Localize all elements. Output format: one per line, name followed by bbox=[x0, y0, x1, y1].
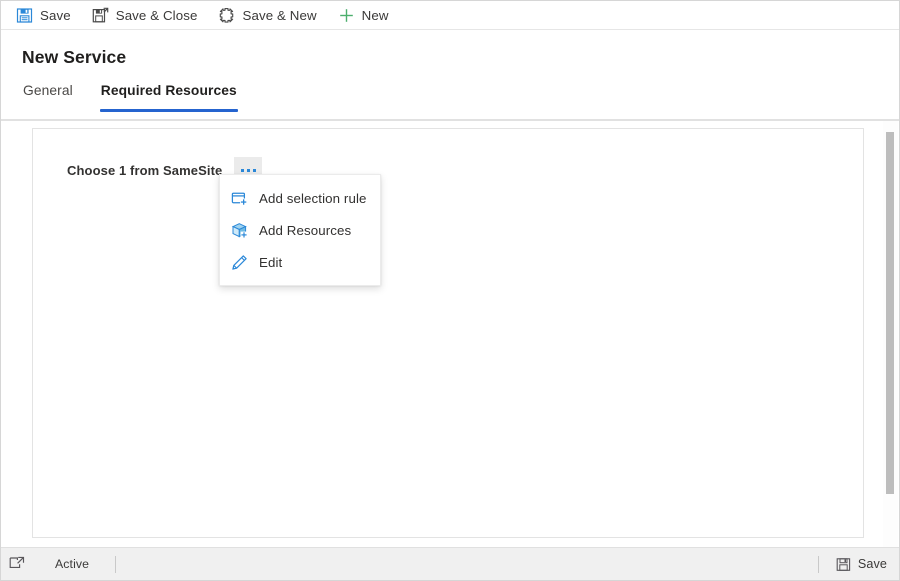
page-title: New Service bbox=[22, 47, 127, 67]
save-icon bbox=[16, 7, 33, 24]
ellipsis-dot bbox=[252, 168, 256, 172]
tab-general[interactable]: General bbox=[22, 82, 74, 112]
save-and-new-button[interactable]: Save & New bbox=[216, 2, 325, 30]
form-header: New Service General Required Resources bbox=[1, 31, 899, 119]
add-resources-icon bbox=[231, 222, 248, 239]
status-badge: Active bbox=[55, 557, 90, 571]
tab-required-resources[interactable]: Required Resources bbox=[99, 82, 238, 112]
command-bar: Save Save & Close Save & New New bbox=[1, 1, 899, 30]
scrollbar-thumb[interactable] bbox=[886, 132, 894, 494]
menu-item-edit-label: Edit bbox=[259, 254, 283, 270]
save-and-close-button-label: Save & Close bbox=[115, 8, 198, 23]
save-button-label: Save bbox=[40, 8, 71, 23]
required-resources-panel: Choose 1 from SameSite bbox=[32, 128, 864, 538]
menu-item-add-resources[interactable]: Add Resources bbox=[220, 214, 380, 246]
command-bar-divider bbox=[1, 29, 899, 30]
add-selection-rule-icon bbox=[231, 190, 248, 207]
tab-strip: General Required Resources bbox=[22, 82, 264, 112]
tab-general-label: General bbox=[23, 83, 73, 98]
save-and-close-button[interactable]: Save & Close bbox=[90, 2, 207, 30]
ellipsis-dot bbox=[240, 168, 244, 172]
pencil-icon bbox=[231, 254, 248, 271]
status-bar-left: Active bbox=[1, 548, 117, 581]
tab-required-resources-underline bbox=[99, 109, 238, 112]
plus-icon bbox=[338, 7, 355, 24]
save-and-new-button-label: Save & New bbox=[242, 8, 317, 23]
service-form-window: Save Save & Close Save & New New New Ser… bbox=[0, 0, 900, 581]
save-button[interactable]: Save bbox=[14, 2, 80, 30]
popout-icon[interactable] bbox=[9, 556, 25, 572]
more-options-menu: Add selection rule Add Resources Edit bbox=[219, 174, 381, 286]
tab-required-resources-label: Required Resources bbox=[100, 83, 237, 98]
status-bar-right: Save bbox=[817, 548, 899, 581]
footer-save-button[interactable]: Save bbox=[836, 557, 887, 572]
menu-item-edit[interactable]: Edit bbox=[220, 246, 380, 278]
save-and-new-icon bbox=[218, 7, 235, 24]
selection-rule-label: Choose 1 from SameSite bbox=[67, 162, 223, 178]
new-button[interactable]: New bbox=[336, 2, 398, 30]
footer-save-label: Save bbox=[857, 557, 887, 571]
tab-general-underline bbox=[22, 109, 74, 112]
new-button-label: New bbox=[361, 8, 389, 23]
save-icon bbox=[836, 557, 851, 572]
status-bar-divider-right bbox=[817, 555, 819, 573]
menu-item-add-selection-rule-label: Add selection rule bbox=[259, 190, 367, 206]
status-bar: Active Save bbox=[1, 547, 899, 581]
ellipsis-dot bbox=[246, 168, 250, 172]
status-bar-divider bbox=[115, 555, 117, 573]
menu-item-add-selection-rule[interactable]: Add selection rule bbox=[220, 182, 380, 214]
menu-item-add-resources-label: Add Resources bbox=[259, 222, 352, 238]
form-body: Choose 1 from SameSite bbox=[1, 121, 899, 547]
vertical-scrollbar[interactable] bbox=[883, 121, 898, 547]
save-and-close-icon bbox=[92, 7, 109, 24]
